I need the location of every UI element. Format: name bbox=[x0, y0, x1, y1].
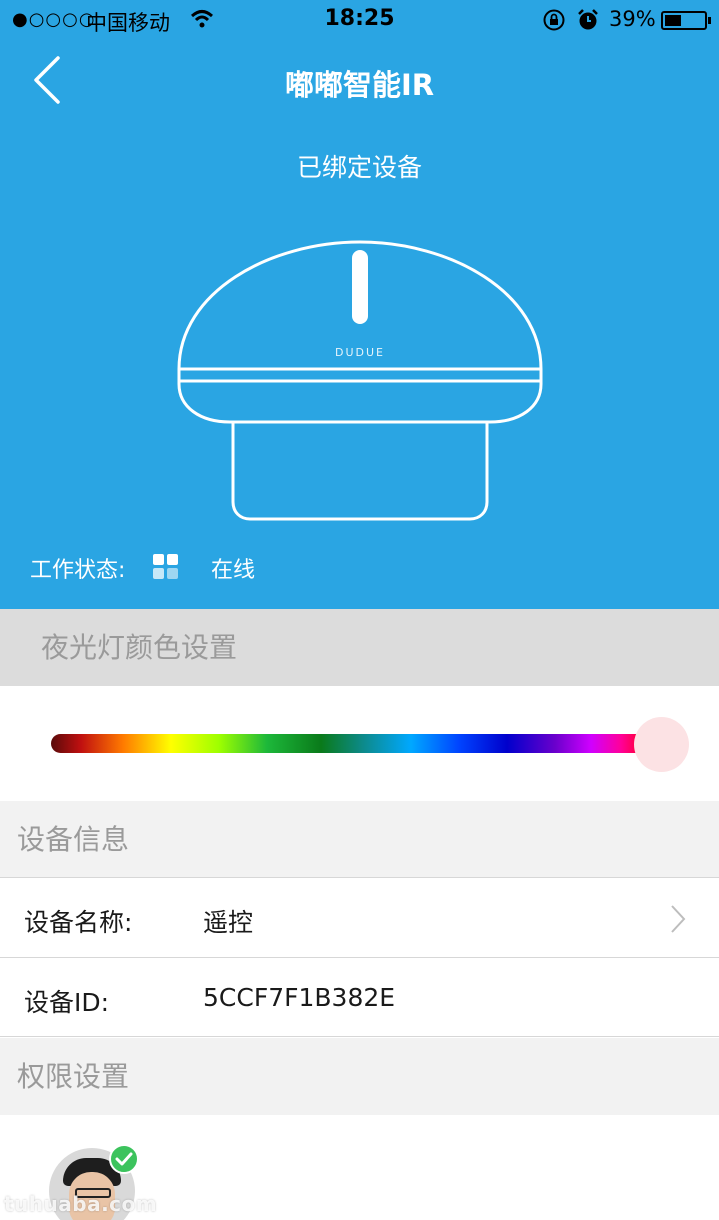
grid-status-icon bbox=[153, 554, 178, 579]
watermark: tuhuaba.com bbox=[4, 1192, 158, 1216]
device-illustration: DUDUE bbox=[177, 240, 543, 521]
bound-device-label: 已绑定设备 bbox=[296, 153, 422, 182]
battery-icon bbox=[661, 11, 711, 30]
work-status-label: 工作状态: bbox=[30, 558, 126, 583]
check-icon bbox=[109, 1144, 139, 1174]
rotation-lock-icon bbox=[542, 8, 566, 36]
status-bar: ●○○○○ 中国移动 18:25 39% bbox=[0, 0, 719, 40]
chevron-right-icon bbox=[671, 905, 686, 933]
device-id-row: 设备ID: 5CCF7F1B382E bbox=[0, 959, 719, 1037]
device-hero: ●○○○○ 中国移动 18:25 39% 嘟嘟智能IR 已绑定设备 DUDUE … bbox=[0, 0, 719, 609]
color-slider-thumb[interactable] bbox=[634, 717, 689, 772]
night-light-header: 夜光灯颜色设置 bbox=[0, 609, 719, 686]
color-slider-row bbox=[0, 686, 719, 801]
device-name-row[interactable]: 设备名称: 遥控 bbox=[0, 879, 719, 958]
battery-percent: 39% bbox=[609, 7, 656, 31]
device-name-value: 遥控 bbox=[203, 908, 254, 937]
alarm-icon bbox=[576, 8, 600, 36]
color-slider-track[interactable] bbox=[51, 734, 651, 753]
device-id-value: 5CCF7F1B382E bbox=[203, 983, 396, 1012]
brand-mark: DUDUE bbox=[335, 346, 385, 359]
device-id-label: 设备ID: bbox=[24, 988, 110, 1017]
page-title: 嘟嘟智能IR bbox=[284, 68, 435, 102]
permissions-header: 权限设置 bbox=[0, 1038, 719, 1115]
work-status-value: 在线 bbox=[211, 558, 256, 583]
device-info-header: 设备信息 bbox=[0, 801, 719, 878]
device-name-label: 设备名称: bbox=[24, 908, 133, 937]
